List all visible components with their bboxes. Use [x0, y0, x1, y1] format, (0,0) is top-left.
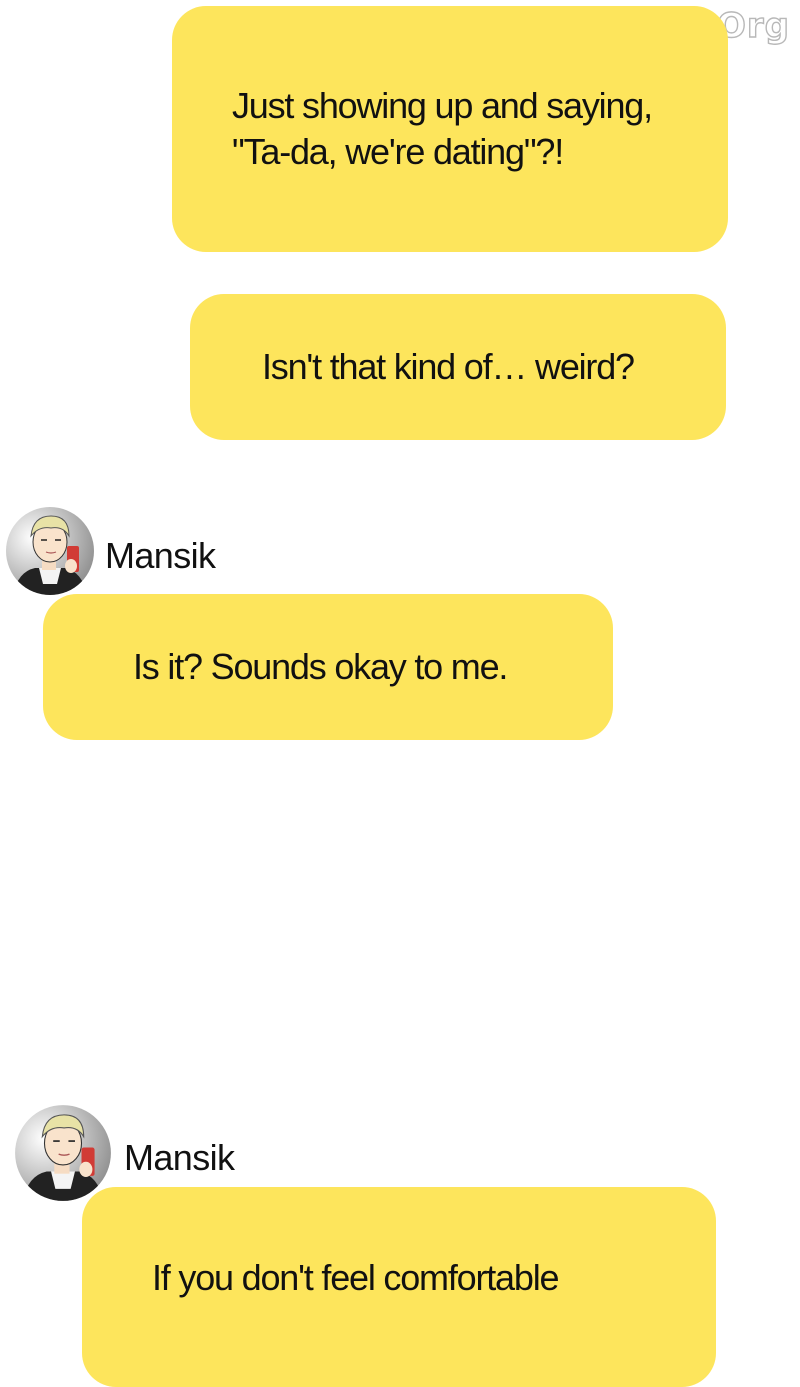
chat-bubble-incoming: If you don't feel comfortable [82, 1187, 716, 1387]
chat-bubble-outgoing: Isn't that kind of… weird? [190, 294, 726, 440]
message-text: If you don't feel comfortable [152, 1257, 560, 1298]
message-text: Is it? Sounds okay to me. [133, 646, 508, 687]
message-text: Isn't that kind of… weird? [262, 346, 635, 387]
message-text: Just showing up and saying, "Ta-da, we'r… [232, 85, 653, 172]
avatar-icon [6, 507, 94, 595]
chat-bubble-incoming: Is it? Sounds okay to me. [43, 594, 613, 740]
sender-name: Mansik [124, 1137, 235, 1178]
sender-name: Mansik [105, 535, 216, 576]
sender-header: Mansik [5, 506, 216, 596]
chat-bubble-outgoing: Just showing up and saying, "Ta-da, we'r… [172, 6, 728, 252]
avatar-icon [15, 1105, 111, 1201]
